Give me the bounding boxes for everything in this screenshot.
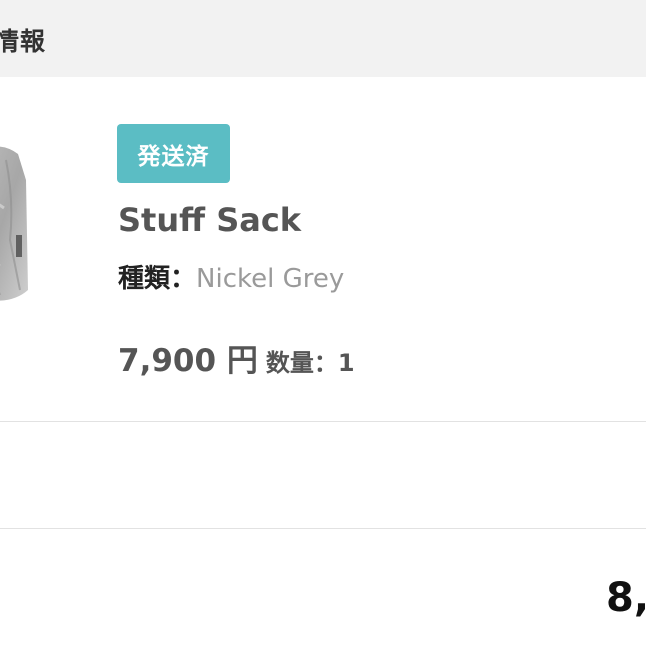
- price-row: 7,900 円数量：1: [118, 343, 355, 380]
- status-badge: 発送済: [117, 124, 230, 183]
- section-title: 情報: [0, 27, 47, 56]
- product-name[interactable]: Stuff Sack: [118, 202, 301, 238]
- divider: [0, 528, 646, 529]
- variant-label: 種類：: [118, 264, 197, 294]
- order-detail-page: 情報 発送済 Stuff Sack 種類：Nickel Grey 7,900 円…: [0, 0, 646, 646]
- total-amount: 8,: [606, 575, 646, 621]
- price: 7,900 円: [118, 343, 258, 379]
- section-header: 情報: [0, 0, 646, 77]
- divider: [0, 421, 646, 422]
- product-thumbnail[interactable]: [0, 140, 32, 310]
- variant-row: 種類：Nickel Grey: [118, 264, 344, 295]
- quantity: 数量：1: [265, 349, 355, 377]
- variant-value: Nickel Grey: [196, 264, 345, 294]
